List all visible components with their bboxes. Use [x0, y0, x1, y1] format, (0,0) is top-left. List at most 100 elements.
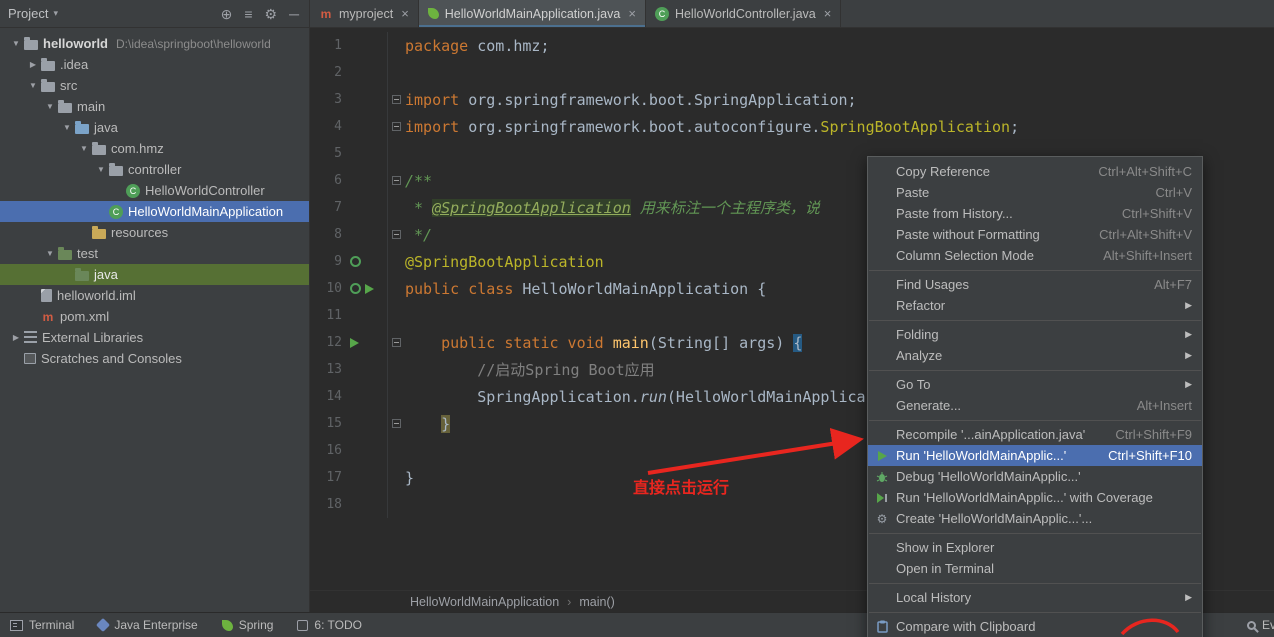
- statusbar-spring-button[interactable]: Spring: [221, 618, 273, 632]
- close-icon[interactable]: ×: [401, 6, 409, 21]
- statusbar-todo-button[interactable]: 6: TODO: [297, 618, 362, 632]
- statusbar-java-enterprise-button[interactable]: Java Enterprise: [96, 617, 198, 633]
- spring-icon: [427, 8, 439, 19]
- menu-item-run-with-coverage[interactable]: Run 'HelloWorldMainApplic...' with Cover…: [868, 487, 1202, 508]
- tree-item-test[interactable]: ▼ test: [0, 243, 309, 264]
- chevron-collapsed-icon[interactable]: ▶: [25, 60, 41, 69]
- menu-separator: [869, 611, 1201, 613]
- tab-helloworldmainapplication-java[interactable]: HelloWorldMainApplication.java ×: [418, 0, 646, 27]
- tree-item-java[interactable]: ▼ java: [0, 117, 309, 138]
- chevron-right-icon: ▶: [1185, 329, 1192, 339]
- tree-item-test-java[interactable]: java: [0, 264, 309, 285]
- tree-item-com-hmz[interactable]: ▼ com.hmz: [0, 138, 309, 159]
- package-icon: [109, 162, 123, 176]
- menu-item-analyze[interactable]: Analyze ▶: [868, 345, 1202, 366]
- tree-item-src[interactable]: ▼ src: [0, 75, 309, 96]
- chevron-expanded-icon[interactable]: ▼: [42, 249, 58, 258]
- fold-marker-icon[interactable]: [392, 419, 401, 428]
- statusbar-event-log-button[interactable]: Ev: [1246, 618, 1274, 632]
- code-text: package com.hmz;: [405, 36, 550, 55]
- tree-item-label: java: [94, 120, 118, 135]
- tree-item-helloworld-root[interactable]: ▼ helloworld D:\idea\springboot\hellowor…: [0, 33, 309, 54]
- menu-item-refactor[interactable]: Refactor ▶: [868, 295, 1202, 316]
- line-number: 11: [326, 308, 342, 323]
- chevron-expanded-icon[interactable]: ▼: [59, 123, 75, 132]
- line-number: 13: [326, 362, 342, 377]
- breadcrumb-item-method[interactable]: main(): [579, 595, 614, 609]
- close-icon[interactable]: ×: [628, 6, 636, 21]
- breadcrumb-item-class[interactable]: HelloWorldMainApplication: [410, 595, 559, 609]
- menu-item-generate[interactable]: Generate... Alt+Insert: [868, 395, 1202, 416]
- tree-item-pom-xml[interactable]: m pom.xml: [0, 306, 309, 327]
- tree-item-label: pom.xml: [60, 309, 110, 324]
- statusbar-label: Terminal: [29, 618, 75, 632]
- spring-bean-icon[interactable]: [350, 256, 361, 267]
- tree-item-scratches[interactable]: Scratches and Consoles: [0, 348, 309, 369]
- tree-item-resources[interactable]: resources: [0, 222, 309, 243]
- locate-file-icon[interactable]: ⊕: [221, 7, 233, 21]
- menu-item-show-in-explorer[interactable]: Show in Explorer: [868, 537, 1202, 558]
- chevron-expanded-icon[interactable]: ▼: [42, 102, 58, 111]
- chevron-expanded-icon[interactable]: ▼: [25, 81, 41, 90]
- tree-item-helloworldcontroller[interactable]: C HelloWorldController: [0, 180, 309, 201]
- fold-marker-icon[interactable]: [392, 95, 401, 104]
- line-number: 5: [334, 146, 342, 161]
- tree-item-label: helloworld.iml: [57, 288, 136, 303]
- annotation-text: 直接点击运行: [633, 480, 730, 497]
- statusbar-label: 6: TODO: [314, 618, 362, 632]
- menu-item-recompile[interactable]: Recompile '...ainApplication.java' Ctrl+S…: [868, 424, 1202, 445]
- fold-marker-icon[interactable]: [392, 230, 401, 239]
- menu-item-paste-from-history[interactable]: Paste from History... Ctrl+Shift+V: [868, 203, 1202, 224]
- fold-marker-icon[interactable]: [392, 338, 401, 347]
- tree-item-main[interactable]: ▼ main: [0, 96, 309, 117]
- menu-item-copy-reference[interactable]: Copy Reference Ctrl+Alt+Shift+C: [868, 161, 1202, 182]
- menu-item-run[interactable]: Run 'HelloWorldMainApplic...' Ctrl+Shift+…: [868, 445, 1202, 466]
- fold-marker-icon[interactable]: [392, 122, 401, 131]
- tree-item-helloworldmainapplication[interactable]: C HelloWorldMainApplication: [0, 201, 309, 222]
- tree-item-helloworld-iml[interactable]: helloworld.iml: [0, 285, 309, 306]
- project-view-selector[interactable]: Project ▾: [8, 6, 58, 21]
- editor-line[interactable]: 1 package com.hmz;: [310, 32, 1274, 59]
- spring-bean-icon[interactable]: [350, 283, 361, 294]
- tree-item-label: HelloWorldController: [145, 183, 265, 198]
- menu-item-open-in-terminal[interactable]: Open in Terminal: [868, 558, 1202, 579]
- tab-helloworldcontroller-java[interactable]: C HelloWorldController.java ×: [646, 0, 842, 27]
- menu-item-compare-with-clipboard[interactable]: Compare with Clipboard: [868, 616, 1202, 637]
- chevron-expanded-icon[interactable]: ▼: [8, 39, 24, 48]
- menu-item-debug[interactable]: Debug 'HelloWorldMainApplic...': [868, 466, 1202, 487]
- tree-item-label: java: [94, 267, 118, 282]
- menu-item-find-usages[interactable]: Find Usages Alt+F7: [868, 274, 1202, 295]
- folder-icon: [41, 57, 55, 71]
- line-number: 2: [334, 65, 342, 80]
- statusbar-terminal-button[interactable]: Terminal: [10, 618, 74, 632]
- collapse-all-icon[interactable]: ≡: [244, 7, 252, 21]
- chevron-expanded-icon[interactable]: ▼: [76, 144, 92, 153]
- line-number: 12: [326, 335, 342, 350]
- settings-gear-icon[interactable]: ⚙: [265, 7, 278, 21]
- tree-item-external-libraries[interactable]: ▶ External Libraries: [0, 327, 309, 348]
- fold-marker-icon[interactable]: [392, 176, 401, 185]
- run-method-icon[interactable]: [350, 337, 359, 348]
- run-class-icon[interactable]: [365, 283, 374, 294]
- chevron-expanded-icon[interactable]: ▼: [93, 165, 109, 174]
- test-folder-icon: [58, 246, 72, 260]
- close-icon[interactable]: ×: [824, 6, 832, 21]
- tab-myproject[interactable]: m myproject ×: [310, 0, 419, 27]
- menu-item-paste[interactable]: Paste Ctrl+V: [868, 182, 1202, 203]
- menu-item-paste-without-formatting[interactable]: Paste without Formatting Ctrl+Alt+Shift+V: [868, 224, 1202, 245]
- menu-item-create-run-config[interactable]: ⚙ Create 'HelloWorldMainApplic...'...: [868, 508, 1202, 529]
- editor-line[interactable]: 4 import org.springframework.boot.autoco…: [310, 113, 1274, 140]
- editor-line[interactable]: 3 import org.springframework.boot.Spring…: [310, 86, 1274, 113]
- tree-item-controller[interactable]: ▼ controller: [0, 159, 309, 180]
- hide-panel-icon[interactable]: ─: [289, 7, 299, 21]
- project-tree: ▼ helloworld D:\idea\springboot\hellowor…: [0, 28, 309, 369]
- coverage-icon: [874, 492, 890, 504]
- menu-item-go-to[interactable]: Go To ▶: [868, 374, 1202, 395]
- chevron-collapsed-icon[interactable]: ▶: [8, 333, 24, 342]
- tree-item-idea[interactable]: ▶ .idea: [0, 54, 309, 75]
- tree-item-label: src: [60, 78, 78, 93]
- menu-item-folding[interactable]: Folding ▶: [868, 324, 1202, 345]
- editor-line[interactable]: 2: [310, 59, 1274, 86]
- menu-item-column-selection-mode[interactable]: Column Selection Mode Alt+Shift+Insert: [868, 245, 1202, 266]
- menu-item-local-history[interactable]: Local History ▶: [868, 587, 1202, 608]
